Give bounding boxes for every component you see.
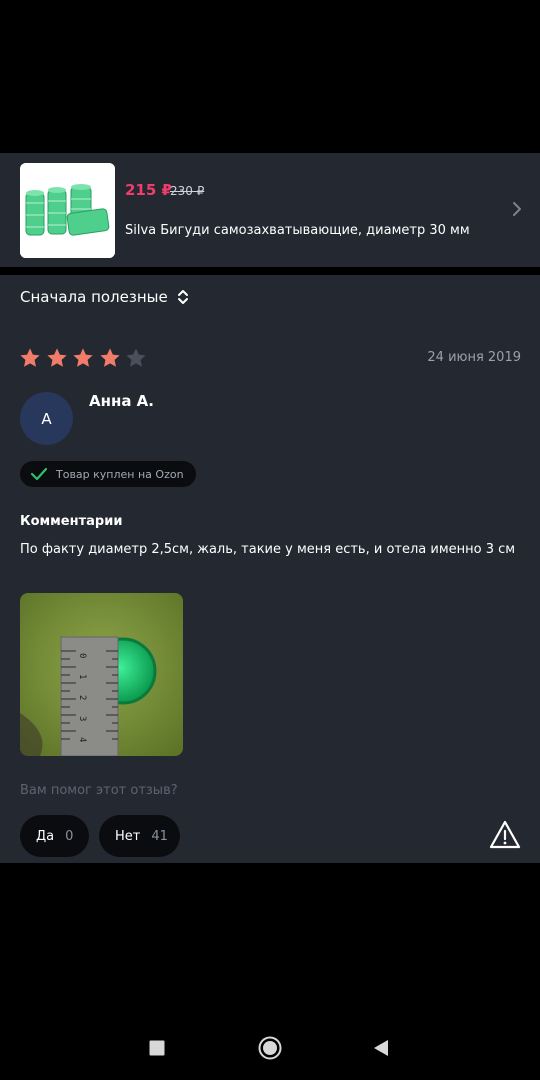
chevron-right-icon[interactable] — [508, 200, 526, 218]
star-filled-icon — [73, 348, 93, 367]
warning-triangle-icon[interactable] — [488, 819, 522, 851]
vote-no-count: 41 — [151, 828, 168, 844]
vote-yes-button[interactable]: Да 0 — [20, 815, 89, 857]
verified-badge-text: Товар куплен на Ozon — [56, 467, 184, 481]
sort-dropdown[interactable]: Сначала полезные — [20, 286, 190, 308]
vote-yes-count: 0 — [65, 828, 74, 844]
product-title[interactable]: Silva Бигуди самозахватывающие, диаметр … — [125, 223, 470, 238]
vote-no-button[interactable]: Нет 41 — [99, 815, 180, 857]
back-icon[interactable] — [372, 1039, 390, 1057]
recent-apps-icon[interactable] — [149, 1040, 165, 1056]
review-photo[interactable]: 0 1 2 3 4 — [20, 593, 183, 756]
helpful-question: Вам помог этот отзыв? — [20, 783, 178, 798]
checkmark-icon — [30, 467, 48, 481]
ruler-number: 4 — [77, 737, 87, 742]
ruler-number: 1 — [77, 674, 87, 679]
ruler-number: 0 — [77, 653, 87, 658]
star-filled-icon — [99, 348, 120, 367]
product-card[interactable]: 215 ₽ 230 ₽ Silva Бигуди самозахватывающ… — [0, 153, 540, 267]
sort-updown-icon — [177, 290, 188, 304]
hair-rollers-image — [20, 163, 115, 258]
system-navigation-bar — [0, 1020, 540, 1080]
vote-no-label: Нет — [115, 828, 141, 844]
comments-heading: Комментарии — [20, 514, 123, 529]
review-date: 24 июня 2019 — [427, 350, 521, 365]
rating-stars — [19, 347, 152, 369]
vote-yes-label: Да — [36, 828, 55, 844]
star-filled-icon — [46, 348, 67, 367]
star-filled-icon — [20, 348, 40, 367]
star-empty-icon — [126, 348, 146, 367]
review-comment: По факту диаметр 2,5см, жаль, такие у ме… — [20, 542, 516, 557]
ruler-and-roller-photo: 0 1 2 3 4 — [20, 593, 183, 756]
product-thumbnail[interactable] — [20, 163, 115, 258]
product-price: 215 ₽ — [125, 181, 172, 199]
sort-label: Сначала полезные — [20, 288, 168, 306]
verified-purchase-badge: Товар куплен на Ozon — [20, 461, 196, 487]
avatar-letter: А — [41, 409, 52, 428]
ruler-number: 3 — [77, 716, 87, 721]
review-author: Анна А. — [89, 392, 154, 410]
review-panel: Сначала полезные 24 июня 2019 А Анна А. … — [0, 275, 540, 863]
avatar: А — [20, 392, 73, 445]
ruler-number: 2 — [77, 695, 87, 700]
product-old-price: 230 ₽ — [170, 184, 205, 198]
home-icon[interactable] — [258, 1036, 282, 1060]
